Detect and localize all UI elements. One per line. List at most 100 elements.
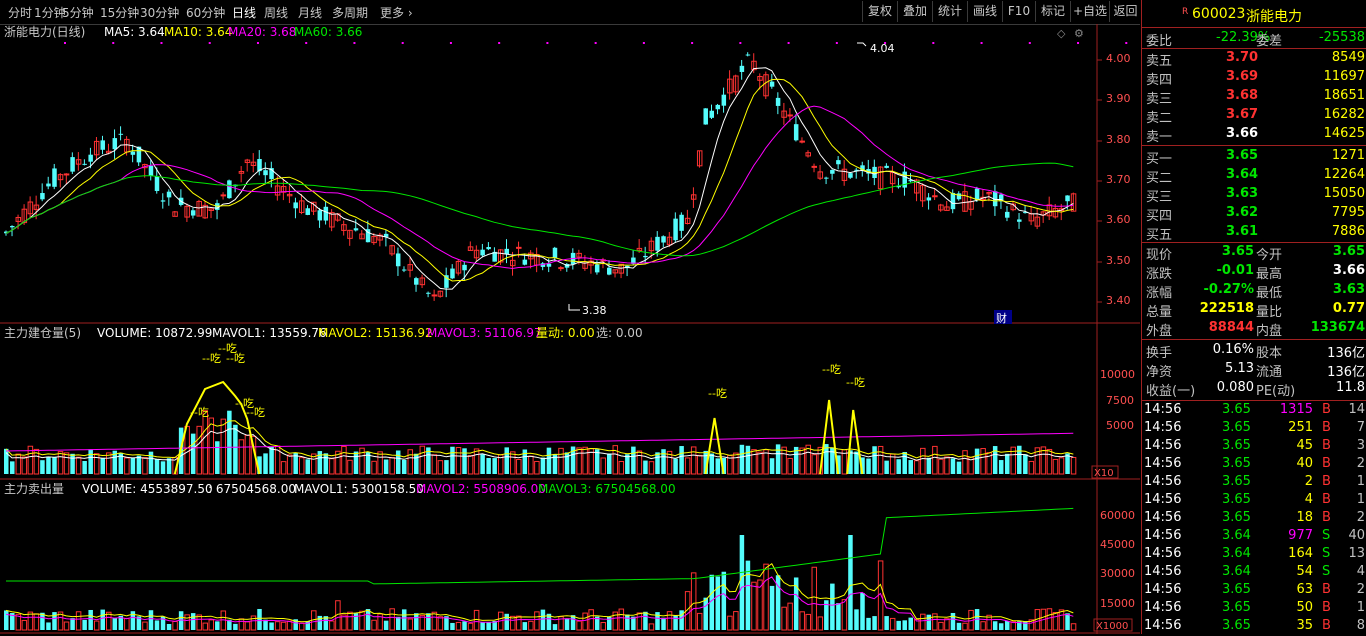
ind1-bar [166,458,172,474]
period-5min[interactable]: 5分钟 [62,4,94,21]
ind1-bar [980,448,986,475]
stat-value: -0.27% [1203,282,1255,297]
period-30min[interactable]: 30分钟 [140,4,179,21]
tick-side: B [1322,420,1331,435]
ind1-bar [82,461,87,474]
ind1-bar [389,457,395,475]
diejia-button[interactable]: 叠加 [897,1,932,22]
diamond-icon[interactable]: ◇ [1057,27,1066,40]
tick-volume: 63 [1296,582,1313,597]
candle-body [118,133,124,135]
candle-body [100,140,105,150]
ind1-bar [462,448,467,474]
bid-row: 买三 3.63 15050 [1142,186,1366,205]
ind1-bar [1004,453,1010,474]
ind2-bar [93,620,100,631]
stock-name: 浙能电力 [1246,9,1302,25]
info-value: 136亿 [1327,365,1365,380]
ind1-bar [298,457,305,475]
ind1-bar [631,446,636,474]
candle-body [462,264,467,271]
ind2-bar [733,611,739,631]
ind1-bar [215,441,220,474]
ind1-bar [612,445,619,475]
ind2-bar [154,620,160,630]
ask-label: 卖三 [1146,92,1173,107]
ind2-bar [1070,623,1077,631]
candle-body [323,206,329,221]
chi-annotation: --吃 [708,387,727,400]
ind1-bar [450,446,455,474]
info-row: 净资 5.13 流通 136亿 [1142,361,1366,380]
ind1-bar [269,446,274,474]
huaxian-button[interactable]: 画线 [967,1,1002,22]
period-60min[interactable]: 60分钟 [186,4,225,21]
ind1-bar [196,425,202,475]
ind1-bar [805,444,811,475]
tick-side: B [1322,582,1331,597]
f10-button[interactable]: F10 [1002,1,1035,22]
ask-price: 3.66 [1226,126,1259,141]
weibi-label: 委比 [1146,34,1173,49]
ind1-bar [227,410,232,474]
period-weekly[interactable]: 周线 [264,4,288,21]
ind1-bar [648,461,655,475]
ind1-bar [21,456,28,475]
period-fenshi[interactable]: 分时 [8,4,32,21]
candle-body [426,292,431,294]
tick-time: 14:56 [1144,618,1182,633]
candle-body [739,65,745,72]
period-1min[interactable]: 1分钟 [34,4,66,21]
back-button[interactable]: 返回 [1109,1,1141,22]
kline-chart[interactable]: 浙能电力(日线) MA5: 3.64 MA10: 3.64 MA20: 3.68… [0,24,1140,634]
ind1-bar [974,448,980,474]
candle-body [516,246,522,249]
period-more[interactable]: 更多 › [380,4,413,21]
bid-row: 买二 3.64 12264 [1142,167,1366,186]
ind2-bar [618,608,625,631]
ind1-bar [914,460,920,475]
candle-body [824,177,829,179]
settings-icon[interactable]: ⚙ [1074,27,1084,40]
ind1-bar [10,461,15,474]
period-15min[interactable]: 15分钟 [100,4,139,21]
ask-row: 卖一 3.66 14625 [1142,126,1366,145]
ind1-bar [745,445,751,474]
ind1-bar [414,453,419,474]
bid-price: 3.62 [1226,205,1259,220]
ma60-legend: MA60: 3.66 [294,25,362,39]
ind2-bar [365,609,371,630]
tick-side: B [1322,402,1331,417]
marker-dot [546,42,549,44]
tick-count: 1 [1356,474,1365,489]
ind2-bar [70,618,75,630]
period-monthly[interactable]: 月线 [298,4,322,21]
tick-side: S [1322,546,1331,561]
ind1-bar [920,447,926,475]
ind2-bar [920,613,926,631]
ind1-bar [811,454,818,475]
ind1-bar [896,459,901,474]
ind1-bar [57,451,64,475]
tick-time: 14:56 [1144,510,1182,525]
info-row: 收益(一) 0.080 PE(动) 11.8 [1142,380,1366,399]
candle-body [932,195,938,198]
ind1-bar [100,457,105,474]
candle-body [793,124,799,141]
add-watchlist-button[interactable]: +自选 [1070,1,1109,22]
ind2-bar [673,615,678,630]
ind1-bar [655,452,660,474]
period-daily[interactable]: 日线 [232,4,256,21]
bid-price: 3.64 [1226,167,1259,182]
biaoji-button[interactable]: 标记 [1035,1,1070,22]
ind2-bar [715,576,721,630]
tongji-button[interactable]: 统计 [932,1,967,22]
period-multi[interactable]: 多周期 [332,4,368,21]
tick-count: 13 [1348,546,1365,561]
candle-body [775,97,781,106]
bid-price: 3.63 [1226,186,1259,201]
fuquan-button[interactable]: 复权 [862,1,897,22]
ind2-bar [1046,608,1053,631]
ind1-bar [244,434,251,475]
ind1-bar [347,459,353,475]
